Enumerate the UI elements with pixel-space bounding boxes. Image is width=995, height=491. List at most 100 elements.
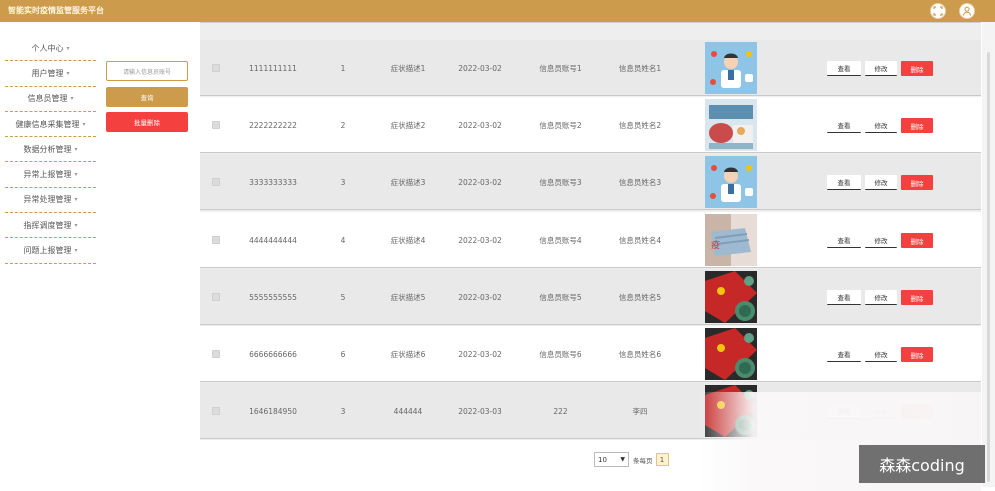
delete-button[interactable]: 删除 [901,118,933,133]
cell-date: 2022-03-02 [458,349,502,359]
sidebar-item-anomaly-handling[interactable]: 异常处理管理 ▾ [5,188,96,214]
row-checkbox[interactable] [212,350,220,358]
search-input[interactable]: 请输入信息员账号 [106,61,188,81]
cell-symptom: 症状描述5 [390,292,426,302]
row-checkbox[interactable] [212,236,220,244]
cell-date: 2022-03-03 [458,406,502,416]
sidebar-item-label: 异常处理管理 [23,195,72,205]
cell-informant-account: 信息员账号4 [539,235,582,245]
thumbnail-image[interactable] [705,156,757,208]
row-checkbox-cell [208,97,224,153]
row-checkbox-cell [208,326,224,382]
cell-date: 2022-03-02 [458,235,502,245]
cell-image [705,97,757,153]
query-button[interactable]: 查询 [106,87,188,107]
sidebar-item-issue-report[interactable]: 问题上报管理 ▾ [5,238,96,264]
thumbnail-image[interactable]: 疫 [705,214,757,266]
scrollbar[interactable] [982,22,995,487]
row-checkbox-cell [208,154,224,210]
cell-symptom: 症状描述4 [390,235,426,245]
page-size-select[interactable]: 10 ▼ [594,452,629,467]
edit-button[interactable]: 修改 [865,290,897,305]
cell-informant-name: 信息员姓名1 [618,63,662,73]
cell-informant-name: 李四 [632,406,648,416]
thumbnail-image[interactable] [705,328,757,380]
thumbnail-image[interactable] [705,99,757,151]
view-button[interactable]: 查看 [827,290,861,305]
cell-informant-name: 信息员姓名6 [618,349,662,359]
cell-image [705,154,757,210]
sidebar: 个人中心 ▾ 用户管理 ▾ 信息员管理 ▾ 健康信息采集管理 ▾ 数据分析管理 ▾ 异常上… [0,22,200,491]
table-row: 3333333333 3 症状描述3 2022-03-02 信息员账号3 信息员姓名3 查看… [200,154,981,210]
thumbnail-image[interactable] [705,271,757,323]
cell-symptom: 症状描述3 [390,177,426,187]
chevron-down-icon: ▾ [74,171,78,179]
cell-image [705,326,757,382]
row-checkbox-cell [208,40,224,96]
table-row: 4444444444 4 症状描述4 2022-03-02 信息员账号4 信息员姓名4 疫查… [200,212,981,268]
sidebar-item-data-analysis[interactable]: 数据分析管理 ▾ [5,137,96,163]
row-checkbox[interactable] [212,64,220,72]
cell-informant-account: 222 [553,406,568,416]
delete-button[interactable]: 删除 [901,175,933,190]
current-page[interactable]: 1 [655,453,669,466]
edit-button[interactable]: 修改 [865,347,897,362]
app-title: 智能实时疫情监管服务平台 [8,6,104,15]
pagination: 10 ▼ 条每页 1 [594,452,669,467]
cell-account: 5555555555 [249,292,297,302]
chevron-down-icon: ▾ [66,69,70,77]
cell-informant-name: 信息员姓名4 [618,235,662,245]
row-checkbox-cell [208,383,224,439]
cell-date: 2022-03-02 [458,120,502,130]
cell-account: 6666666666 [249,349,297,359]
row-checkbox-cell [208,269,224,325]
cell-count: 6 [340,349,346,359]
cell-informant-account: 信息员账号1 [539,63,582,73]
sidebar-menu: 个人中心 ▾ 用户管理 ▾ 信息员管理 ▾ 健康信息采集管理 ▾ 数据分析管理 ▾ 异常上… [5,36,96,264]
row-checkbox[interactable] [212,407,220,415]
delete-button[interactable]: 删除 [901,233,933,248]
chevron-down-icon: ▾ [74,247,78,255]
thumbnail-image[interactable] [705,42,757,94]
table-row: 1111111111 1 症状描述1 2022-03-02 信息员账号1 信息员姓名1 查看… [200,40,981,96]
page-size-value: 10 [598,455,607,464]
row-checkbox[interactable] [212,178,220,186]
edit-button[interactable]: 修改 [865,233,897,248]
view-button[interactable]: 查看 [827,233,861,248]
sidebar-item-informant-management[interactable]: 信息员管理 ▾ [5,87,96,112]
sidebar-item-user-management[interactable]: 用户管理 ▾ [5,61,96,87]
cell-informant-account: 信息员账号5 [539,292,582,302]
user-icon[interactable] [959,3,975,19]
delete-button[interactable]: 删除 [901,290,933,305]
sidebar-item-anomaly-report[interactable]: 异常上报管理 ▾ [5,162,96,188]
edit-button[interactable]: 修改 [865,61,897,76]
view-button[interactable]: 查看 [827,118,861,133]
sidebar-item-personal-center[interactable]: 个人中心 ▾ [5,36,96,62]
cell-informant-account: 信息员账号2 [539,120,582,130]
delete-button[interactable]: 删除 [901,347,933,362]
view-button[interactable]: 查看 [827,347,861,362]
view-button[interactable]: 查看 [827,61,861,76]
scrollbar-thumb[interactable] [987,52,990,482]
edit-button[interactable]: 修改 [865,118,897,133]
sidebar-item-label: 健康信息采集管理 [15,119,80,129]
edit-button[interactable]: 修改 [865,175,897,190]
sidebar-item-dispatch[interactable]: 指挥调度管理 ▾ [5,213,96,239]
view-button[interactable]: 查看 [827,175,861,190]
sidebar-item-label: 个人中心 [31,43,64,53]
svg-text:疫: 疫 [711,239,720,251]
sidebar-item-health-collection[interactable]: 健康信息采集管理 ▾ [5,112,96,138]
cell-symptom: 444444 [393,406,423,416]
cell-account: 3333333333 [249,177,297,187]
cell-image [705,40,757,96]
cell-count: 3 [340,406,346,416]
cell-symptom: 症状描述1 [390,63,426,73]
batch-delete-button[interactable]: 批量删除 [106,112,188,132]
table-row: 5555555555 5 症状描述5 2022-03-02 信息员账号5 信息员姓名5 查看… [200,269,981,325]
fullscreen-icon[interactable] [930,3,946,19]
sidebar-item-label: 指挥调度管理 [23,220,72,230]
row-checkbox[interactable] [212,121,220,129]
row-checkbox[interactable] [212,293,220,301]
delete-button[interactable]: 删除 [901,61,933,76]
sidebar-item-label: 问题上报管理 [23,246,72,256]
